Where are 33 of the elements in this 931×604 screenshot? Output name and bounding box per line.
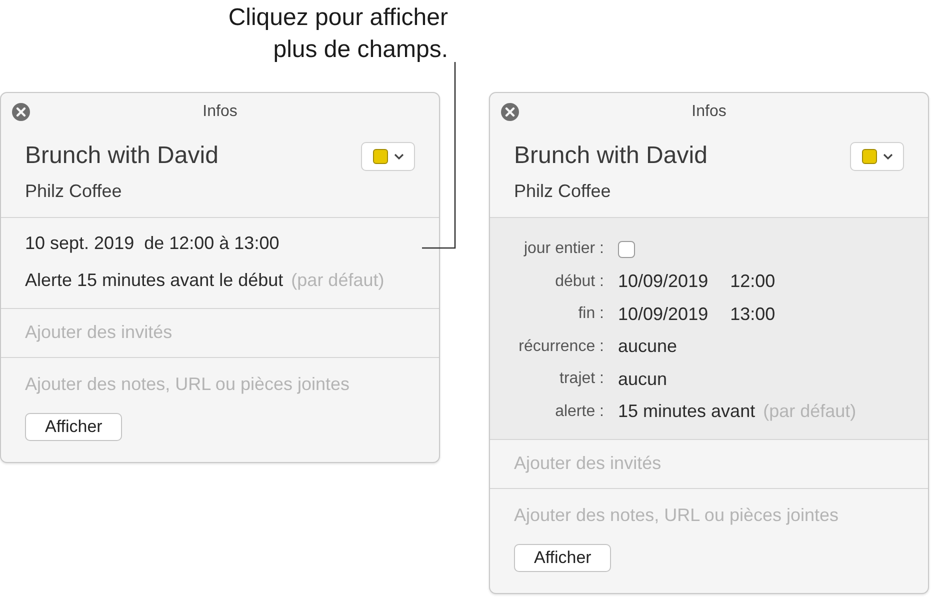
event-location: Philz Coffee <box>514 180 612 203</box>
window-title: Infos <box>692 102 726 122</box>
calendar-color-button[interactable] <box>850 142 904 170</box>
close-icon[interactable] <box>12 103 30 121</box>
field-label: trajet : <box>558 369 604 390</box>
time-value[interactable]: 12:00 <box>730 268 776 296</box>
field-value[interactable]: aucune <box>618 333 678 360</box>
event-date-time[interactable]: 10 sept. 2019 de 12:00 à 13:00 <box>25 230 415 257</box>
close-icon[interactable] <box>501 103 519 121</box>
event-title: Brunch with David <box>25 141 218 171</box>
field-label: fin : <box>577 304 604 324</box>
default-note: (par défaut) <box>763 400 856 424</box>
time-value[interactable]: 13:00 <box>730 300 776 328</box>
event-location: Philz Coffee <box>25 180 123 203</box>
field-label: alerte : <box>554 402 604 422</box>
field-value[interactable]: 15 minutes avant <box>618 398 756 426</box>
date-value[interactable]: 10/09/2019 <box>618 300 708 328</box>
field-label: récurrence : <box>518 336 604 357</box>
window-title: Infos <box>202 102 238 122</box>
chevron-down-icon <box>394 152 404 160</box>
callout-text: Cliquez pour afficher plus de champs. <box>227 3 448 65</box>
date-value[interactable]: 10/09/2019 <box>618 268 708 296</box>
show-button[interactable]: Afficher <box>25 413 122 441</box>
field-label: jour entier : <box>522 239 604 260</box>
default-note: (par défaut) <box>291 269 384 292</box>
show-button[interactable]: Afficher <box>514 544 612 572</box>
field-value[interactable]: aucun <box>618 366 668 393</box>
calendar-color-button[interactable] <box>361 142 415 170</box>
alert-text[interactable]: Alerte 15 minutes avant le début <box>25 267 284 294</box>
checkbox[interactable] <box>618 240 635 258</box>
event-title: Brunch with David <box>514 141 708 171</box>
field-label: début : <box>554 272 604 292</box>
chevron-down-icon <box>882 152 892 160</box>
